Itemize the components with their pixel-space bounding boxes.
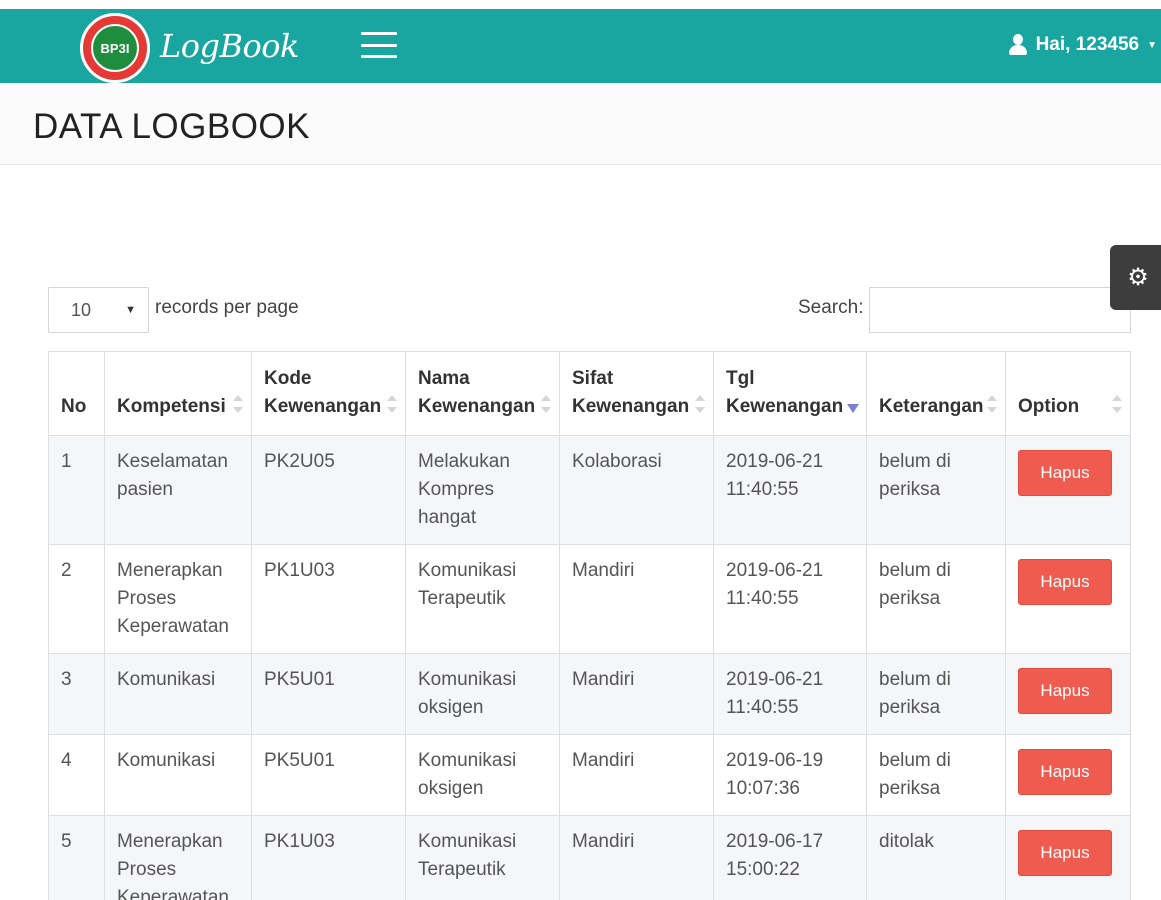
page-length-value: 10 [71, 299, 92, 320]
gear-icon: ⚙ [1127, 264, 1149, 291]
user-greeting: Hai, 123456 [1035, 34, 1140, 55]
search-label: Search: [798, 297, 864, 318]
top-navbar: BP3I LogBook Hai, 123456 ▼ [0, 9, 1161, 83]
cell-keterangan: ditolak [866, 815, 1006, 900]
app-name[interactable]: LogBook [160, 27, 299, 65]
cell-tgl: 2019-06-21 11:40:55 [713, 544, 867, 654]
cell-keterangan: belum di periksa [866, 435, 1006, 545]
cell-kode: PK5U01 [251, 653, 406, 735]
cell-kode: PK1U03 [251, 815, 406, 900]
sort-icon [1112, 395, 1122, 413]
cell-no: 3 [48, 653, 105, 735]
cell-no: 2 [48, 544, 105, 654]
cell-nama: Komunikasi oksigen [405, 653, 560, 735]
cell-nama: Melakukan Kompres hangat [405, 435, 560, 545]
cell-no: 4 [48, 734, 105, 816]
cell-kode: PK1U03 [251, 544, 406, 654]
sort-icon [233, 395, 243, 413]
cell-tgl: 2019-06-17 15:00:22 [713, 815, 867, 900]
cell-option: Hapus [1005, 653, 1131, 735]
cell-sifat: Mandiri [559, 544, 714, 654]
dropdown-arrow-icon: ▼ [125, 304, 136, 316]
cell-sifat: Mandiri [559, 815, 714, 900]
column-header-keterangan[interactable]: Keterangan [866, 351, 1006, 436]
caret-down-icon: ▼ [1147, 39, 1157, 51]
column-header-kompetensi[interactable]: Kompetensi [104, 351, 252, 436]
cell-tgl: 2019-06-21 11:40:55 [713, 653, 867, 735]
title-bar: DATA LOGBOOK [0, 83, 1161, 165]
column-header-kode-kewenangan[interactable]: Kode Kewenangan [251, 351, 406, 436]
page-length-select[interactable]: 10 ▼ [48, 287, 149, 333]
column-header-sifat-kewenangan[interactable]: Sifat Kewenangan [559, 351, 714, 436]
cell-kompetensi: Menerapkan Proses Keperawatan [104, 544, 252, 654]
cell-kompetensi: Komunikasi [104, 653, 252, 735]
column-header-option[interactable]: Option [1005, 351, 1131, 436]
cell-kompetensi: Keselamatan pasien [104, 435, 252, 545]
logo-text: BP3I [91, 24, 139, 72]
cell-nama: Komunikasi Terapeutik [405, 815, 560, 900]
page-title: DATA LOGBOOK [33, 107, 310, 146]
cell-sifat: Mandiri [559, 734, 714, 816]
delete-button[interactable]: Hapus [1018, 668, 1112, 714]
page-length-label: records per page [155, 297, 299, 318]
user-menu-dropdown[interactable]: Hai, 123456 ▼ [1008, 31, 1161, 59]
page: BP3I LogBook Hai, 123456 ▼ DATA LOGBOOK … [0, 0, 1161, 900]
cell-no: 5 [48, 815, 105, 900]
cell-nama: Komunikasi oksigen [405, 734, 560, 816]
cell-no: 1 [48, 435, 105, 545]
table-row: 2 Menerapkan Proses Keperawatan PK1U03 K… [48, 544, 1131, 654]
cell-nama: Komunikasi Terapeutik [405, 544, 560, 654]
settings-toggle[interactable]: ⚙ [1110, 245, 1161, 310]
hamburger-icon[interactable] [361, 32, 397, 58]
cell-kompetensi: Menerapkan Proses Keperawatan [104, 815, 252, 900]
cell-keterangan: belum di periksa [866, 653, 1006, 735]
table-row: 1 Keselamatan pasien PK2U05 Melakukan Ko… [48, 435, 1131, 545]
cell-option: Hapus [1005, 734, 1131, 816]
cell-tgl: 2019-06-21 11:40:55 [713, 435, 867, 545]
cell-sifat: Kolaborasi [559, 435, 714, 545]
cell-kode: PK5U01 [251, 734, 406, 816]
table-row: 4 Komunikasi PK5U01 Komunikasi oksigen M… [48, 734, 1131, 816]
sort-icon [987, 395, 997, 413]
sort-icon [541, 395, 551, 413]
table-row: 5 Menerapkan Proses Keperawatan PK1U03 K… [48, 815, 1131, 900]
cell-kompetensi: Komunikasi [104, 734, 252, 816]
cell-option: Hapus [1005, 544, 1131, 654]
cell-keterangan: belum di periksa [866, 734, 1006, 816]
table-header-row: No Kompetensi Kode Kewenangan Nama Kewen… [48, 351, 1131, 436]
sort-icon [387, 395, 397, 413]
bp3i-logo[interactable]: BP3I [80, 13, 150, 83]
delete-button[interactable]: Hapus [1018, 749, 1112, 795]
delete-button[interactable]: Hapus [1018, 450, 1112, 496]
user-icon [1008, 34, 1028, 56]
logbook-table: No Kompetensi Kode Kewenangan Nama Kewen… [48, 351, 1131, 900]
column-header-no[interactable]: No [48, 351, 105, 436]
cell-keterangan: belum di periksa [866, 544, 1006, 654]
sort-icon [695, 395, 705, 413]
table-row: 3 Komunikasi PK5U01 Komunikasi oksigen M… [48, 653, 1131, 735]
cell-kode: PK2U05 [251, 435, 406, 545]
column-header-tgl-kewenangan[interactable]: Tgl Kewenangan [713, 351, 867, 436]
delete-button[interactable]: Hapus [1018, 559, 1112, 605]
cell-option: Hapus [1005, 815, 1131, 900]
delete-button[interactable]: Hapus [1018, 830, 1112, 876]
cell-tgl: 2019-06-19 10:07:36 [713, 734, 867, 816]
cell-sifat: Mandiri [559, 653, 714, 735]
cell-option: Hapus [1005, 435, 1131, 545]
search-input[interactable] [869, 287, 1131, 333]
sort-desc-icon [847, 395, 859, 413]
column-header-nama-kewenangan[interactable]: Nama Kewenangan [405, 351, 560, 436]
